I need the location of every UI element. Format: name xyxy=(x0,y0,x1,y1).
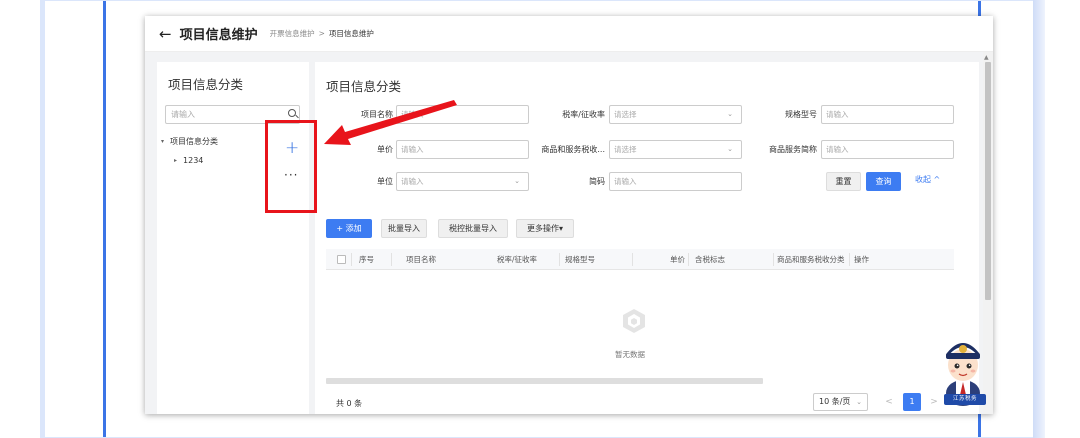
batch-import-button[interactable]: 批量导入 xyxy=(381,219,427,238)
column-header: 税率/征收率 xyxy=(497,255,538,264)
chevron-down-icon: ⌄ xyxy=(856,398,862,406)
column-header: 操作 xyxy=(854,255,869,264)
column-header: 项目名称 xyxy=(406,255,436,264)
column-header: 单价 xyxy=(670,255,685,264)
breadcrumb-separator: > xyxy=(318,29,325,38)
tax-rate-select[interactable]: 请选择 ⌄ xyxy=(609,105,742,124)
mascot-badge: 江苏税务 xyxy=(944,394,986,405)
annotation-arrow xyxy=(324,100,457,145)
service-short-input[interactable] xyxy=(821,140,954,159)
tax-rate-label: 税率/征收率 xyxy=(562,110,605,119)
vertical-scrollbar-thumb[interactable] xyxy=(985,62,991,300)
collapse-link[interactable]: 收起 ^ xyxy=(915,174,940,185)
column-header: 商品和服务税收分类 xyxy=(777,255,845,264)
prev-page-button[interactable]: < xyxy=(880,393,898,411)
scroll-up-icon[interactable]: ▲ xyxy=(984,54,989,61)
top-bar: ← 项目信息维护 开票信息维护 > 项目信息维护 xyxy=(145,16,993,52)
tax-code-select[interactable]: 请选择 ⌄ xyxy=(609,140,742,159)
tax-batch-import-button[interactable]: 税控批量导入 xyxy=(438,219,508,238)
add-category-icon[interactable]: + xyxy=(285,140,299,157)
caret-right-icon[interactable]: ▸ xyxy=(174,157,177,164)
short-code-input[interactable] xyxy=(609,172,742,191)
empty-box-icon xyxy=(623,309,645,333)
service-short-label: 商品服务简称 xyxy=(769,145,817,154)
category-panel-title: 项目信息分类 xyxy=(168,77,244,92)
unit-placeholder: 请输入 xyxy=(401,177,424,186)
breadcrumb-parent[interactable]: 开票信息维护 xyxy=(270,28,315,39)
chevron-down-icon: ⌄ xyxy=(727,110,733,118)
query-button[interactable]: 查询 xyxy=(866,172,901,191)
column-header: 含税标志 xyxy=(695,255,725,264)
breadcrumb-current: 项目信息维护 xyxy=(328,29,374,38)
chevron-down-icon: ⌄ xyxy=(514,177,520,185)
unit-select[interactable]: 请输入 ⌄ xyxy=(396,172,529,191)
spec-label: 规格型号 xyxy=(785,110,817,119)
more-actions-button[interactable]: 更多操作▾ xyxy=(516,219,574,238)
total-count: 共 0 条 xyxy=(336,399,363,408)
category-panel: 项目信息分类 ▾ 项目信息分类 ▸ 1234 xyxy=(157,62,309,414)
app-window: ← 项目信息维护 开票信息维护 > 项目信息维护 项目信息分类 ▾ 项目信息分类… xyxy=(145,16,993,414)
main-panel-title: 项目信息分类 xyxy=(326,79,402,94)
page-number-current[interactable]: 1 xyxy=(903,393,921,411)
spec-input[interactable] xyxy=(821,105,954,124)
page-size-select[interactable]: 10 条/页 ⌄ xyxy=(813,393,868,411)
empty-state-text: 暂无数据 xyxy=(615,350,645,359)
column-header: 规格型号 xyxy=(565,255,595,264)
page-size-value: 10 条/页 xyxy=(819,397,851,406)
tax-rate-placeholder: 请选择 xyxy=(614,110,637,119)
tax-code-label: 商品和服务税收... xyxy=(541,145,605,154)
tax-code-placeholder: 请选择 xyxy=(614,145,637,154)
horizontal-scrollbar[interactable] xyxy=(326,378,763,384)
reset-button[interactable]: 重置 xyxy=(826,172,861,191)
unit-label: 单位 xyxy=(377,177,393,186)
arrow-left-icon[interactable]: ← xyxy=(159,25,172,43)
annotation-highlight-box xyxy=(265,120,317,213)
short-code-label: 简码 xyxy=(589,177,605,186)
chevron-down-icon: ⌄ xyxy=(727,145,733,153)
slide-edge xyxy=(1033,0,1045,438)
page-title: 项目信息维护 xyxy=(179,28,258,43)
more-options-icon[interactable]: ··· xyxy=(284,169,298,181)
add-button[interactable]: + 添加 xyxy=(326,219,372,238)
select-all-checkbox[interactable] xyxy=(337,255,346,264)
column-header: 序号 xyxy=(359,255,374,264)
search-icon[interactable] xyxy=(288,109,296,117)
tree-node-label: 1234 xyxy=(183,156,204,165)
caret-down-icon[interactable]: ▾ xyxy=(161,138,164,145)
tree-node-child[interactable]: ▸ 1234 xyxy=(174,156,203,165)
tree-node-label: 项目信息分类 xyxy=(170,137,219,146)
table-header: 序号 项目名称 税率/征收率 规格型号 单价 含税标志 商品和服务税收分类 操作 xyxy=(326,249,954,270)
tree-node-root[interactable]: ▾ 项目信息分类 xyxy=(161,136,218,147)
